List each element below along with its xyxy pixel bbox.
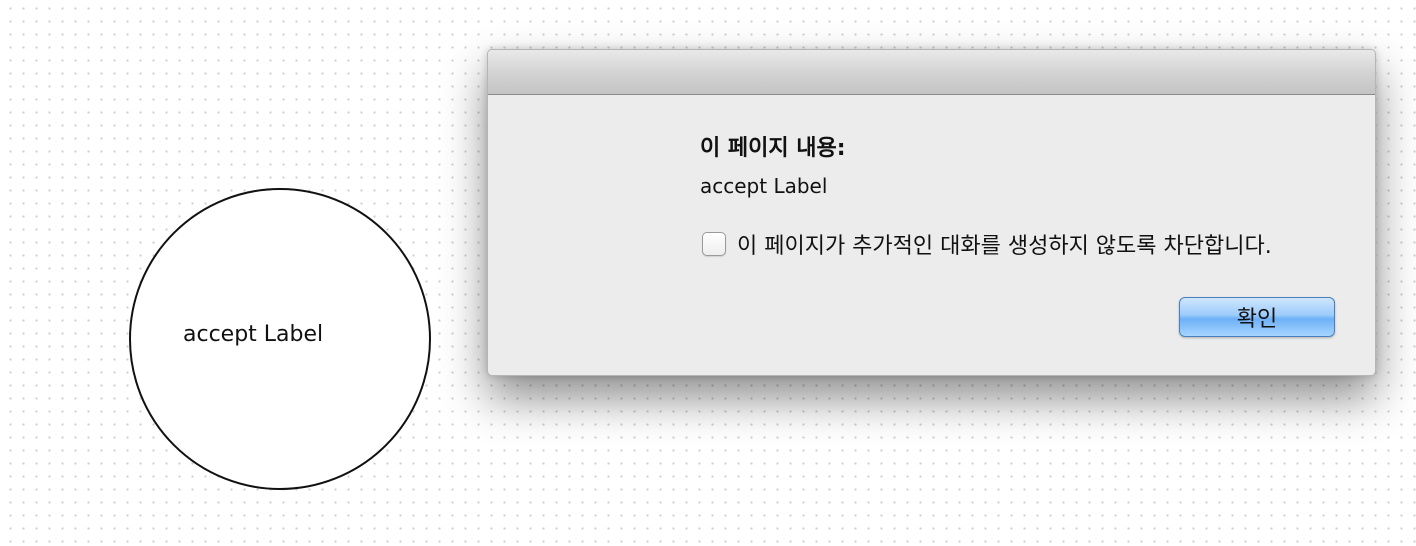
- dialog-titlebar[interactable]: [488, 50, 1375, 95]
- block-dialogs-option[interactable]: 이 페이지가 추가적인 대화를 생성하지 않도록 차단합니다.: [702, 228, 1272, 260]
- alert-dialog: 이 페이지 내용: accept Label 이 페이지가 추가적인 대화를 생…: [487, 49, 1376, 376]
- block-dialogs-label[interactable]: 이 페이지가 추가적인 대화를 생성하지 않도록 차단합니다.: [737, 228, 1272, 260]
- block-dialogs-checkbox[interactable]: [702, 232, 726, 256]
- dialog-heading: 이 페이지 내용:: [700, 136, 846, 161]
- canvas-circle-node[interactable]: accept Label: [129, 188, 431, 490]
- circle-node-label: accept Label: [183, 322, 324, 347]
- dialog-message: accept Label: [700, 174, 828, 198]
- confirm-button[interactable]: 확인: [1179, 297, 1335, 337]
